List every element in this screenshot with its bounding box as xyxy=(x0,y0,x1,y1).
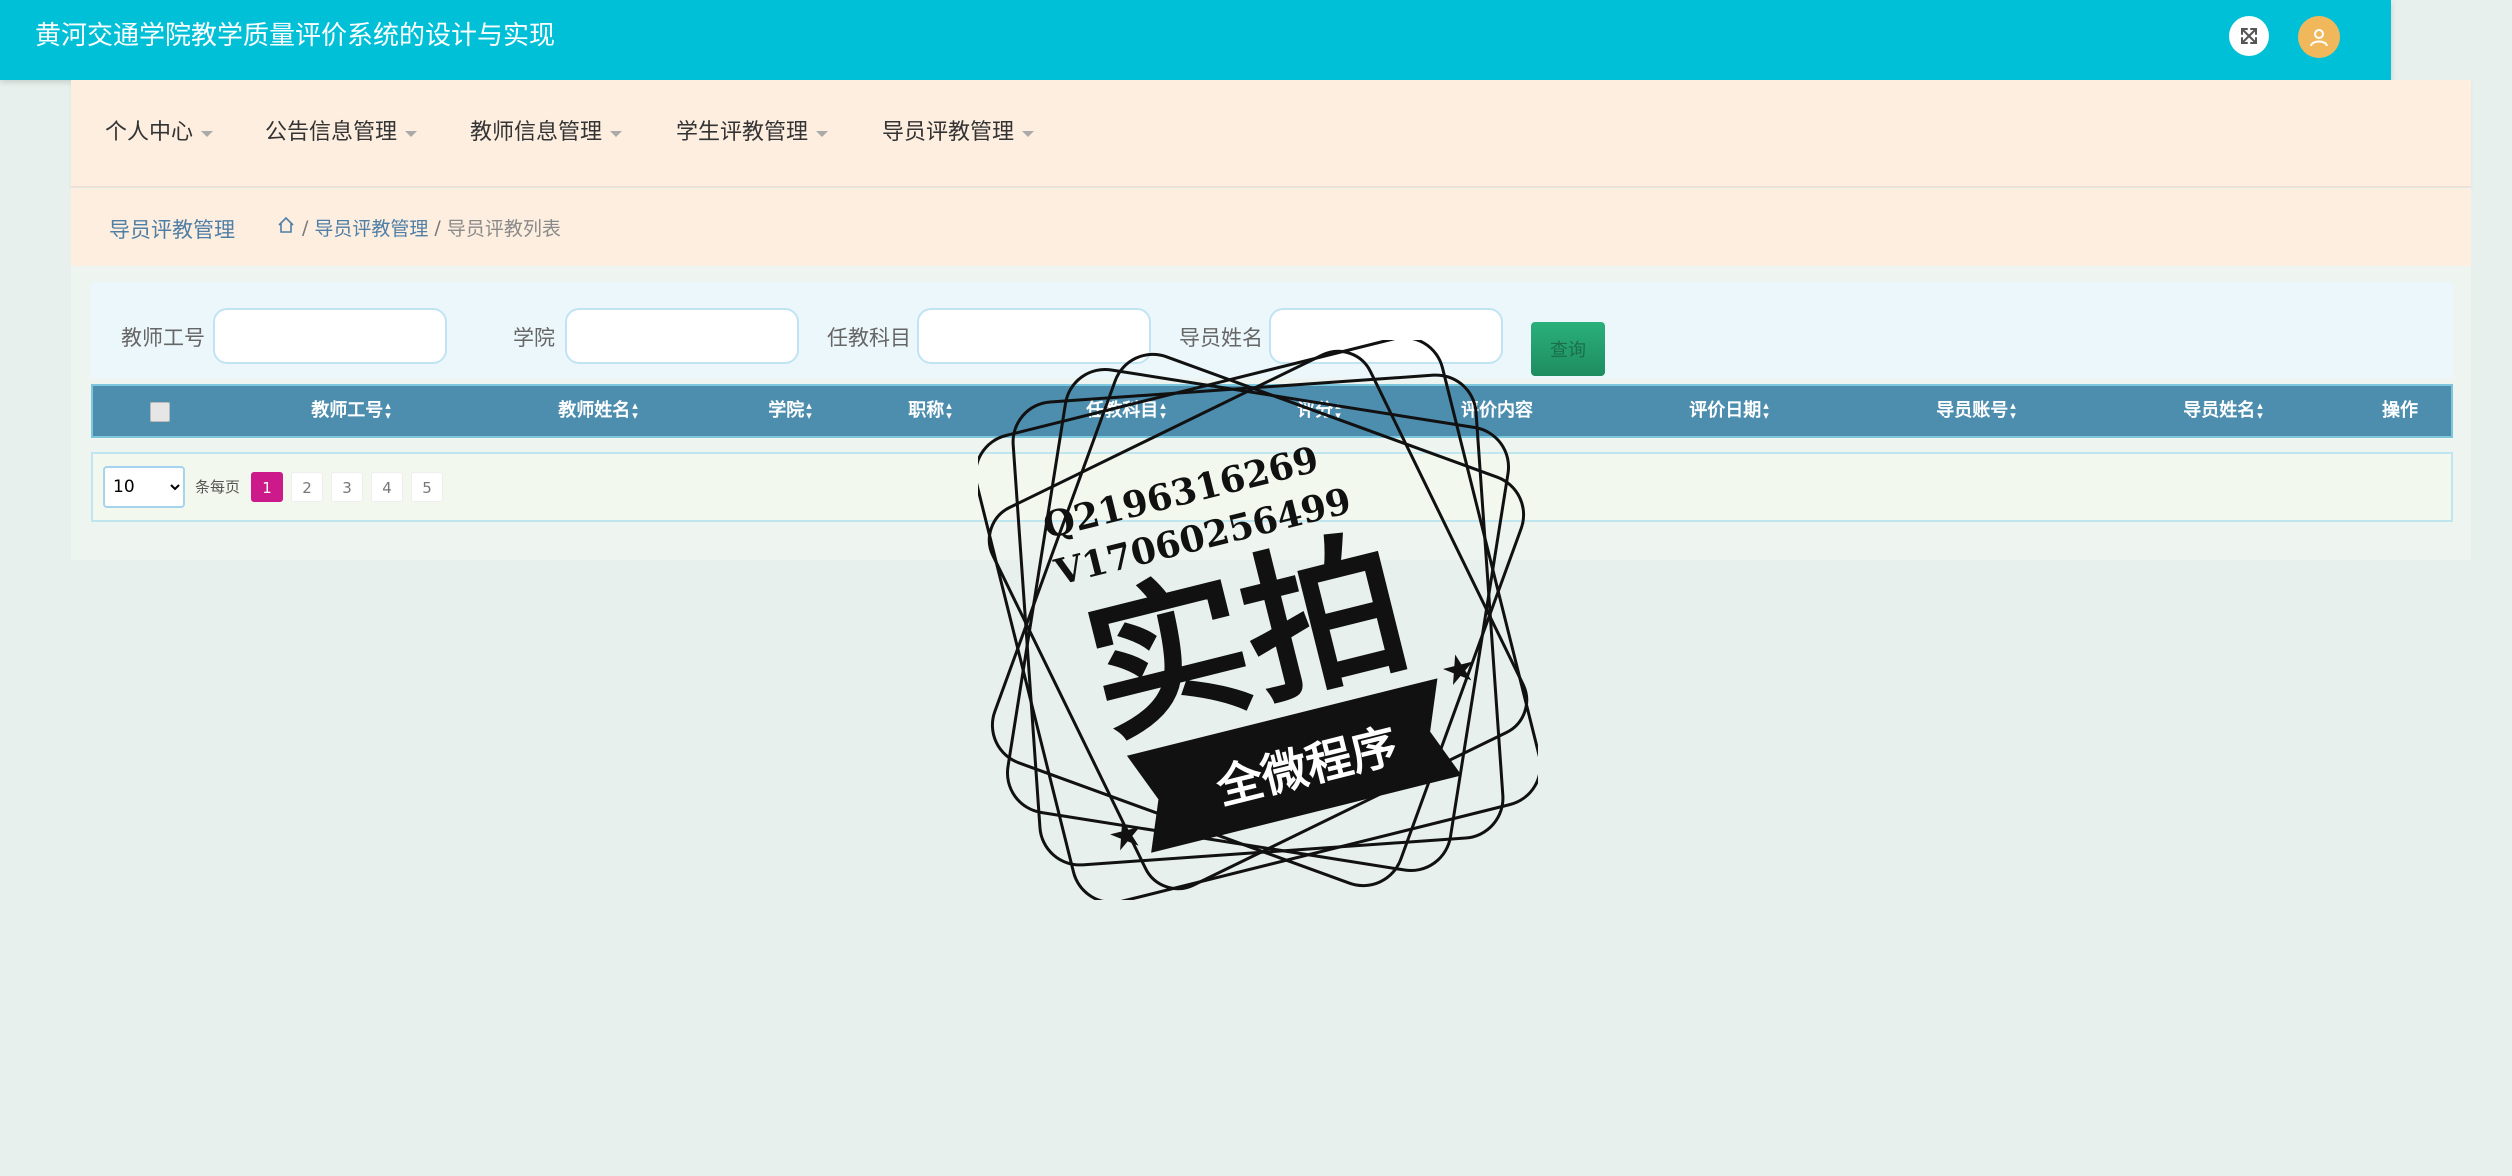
page-button-3[interactable]: 3 xyxy=(331,472,363,502)
counselor-name-input[interactable] xyxy=(1269,308,1503,364)
column-header-subject[interactable]: 任教科目 ▴ ▾ xyxy=(1086,386,1166,436)
page-button-1[interactable]: 1 xyxy=(251,472,283,502)
select-all-checkbox[interactable] xyxy=(150,402,170,422)
subject-label: 任教科目 xyxy=(827,326,911,350)
page-button-5[interactable]: 5 xyxy=(411,472,443,502)
table-header: 教师工号 ▴ ▾ 教师姓名 ▴ ▾ 学院 ▴ ▾ 职称 ▴ ▾ 任教科目 ▴ ▾ 评分 ▴ ▾ 评价内容… xyxy=(91,384,2453,438)
sort-icon: ▴ ▾ xyxy=(1160,399,1166,422)
nav-item-announcement-management[interactable]: 公告信息管理 xyxy=(265,118,418,148)
caret-down-icon xyxy=(405,131,418,137)
column-header-teacher-id[interactable]: 教师工号 ▴ ▾ xyxy=(311,386,391,436)
sort-icon: ▴ ▾ xyxy=(2010,399,2016,422)
search-form: 教师工号 学院 任教科目 导员姓名 查询 xyxy=(91,282,2453,378)
top-header-bar: 黄河交通学院教学质量评价系统的设计与实现 xyxy=(0,0,2391,80)
sort-icon: ▴ ▾ xyxy=(1763,399,1769,422)
nav-item-personal-center[interactable]: 个人中心 xyxy=(105,118,214,148)
teacher-id-label: 教师工号 xyxy=(121,326,205,350)
home-icon[interactable] xyxy=(276,215,296,240)
sort-icon: ▴ ▾ xyxy=(632,399,638,422)
caret-down-icon xyxy=(816,131,829,137)
teacher-id-input[interactable] xyxy=(213,308,447,364)
breadcrumb-item: 导员评教列表 xyxy=(446,218,561,240)
column-header-title[interactable]: 职称 ▴ ▾ xyxy=(908,386,952,436)
column-header-counselor-name[interactable]: 导员姓名 ▴ ▾ xyxy=(2183,386,2263,436)
breadcrumb-separator: / xyxy=(434,216,441,239)
breadcrumb-separator: / xyxy=(302,216,309,239)
user-icon xyxy=(2310,29,2328,47)
nav-item-label: 学生评教管理 xyxy=(676,120,809,145)
fullscreen-button[interactable] xyxy=(2229,16,2269,56)
college-input[interactable] xyxy=(565,308,799,364)
caret-down-icon xyxy=(610,131,623,137)
subject-input[interactable] xyxy=(917,308,1151,364)
sort-icon: ▴ ▾ xyxy=(946,399,952,422)
main-nav-menu: 个人中心 公告信息管理 教师信息管理 学生评教管理 导员评教管理 xyxy=(71,80,2471,187)
nav-item-student-evaluation-management[interactable]: 学生评教管理 xyxy=(676,118,829,148)
pagination-bar: 10 条每页 1 2 3 4 5 xyxy=(91,452,2453,522)
nav-item-label: 个人中心 xyxy=(105,120,194,145)
page-size-select[interactable]: 10 xyxy=(103,466,185,508)
search-button[interactable]: 查询 xyxy=(1531,322,1605,376)
sort-icon: ▴ ▾ xyxy=(385,399,391,422)
expand-icon xyxy=(2241,28,2257,44)
nav-item-label: 导员评教管理 xyxy=(882,120,1015,145)
app-title: 黄河交通学院教学质量评价系统的设计与实现 xyxy=(35,21,556,51)
breadcrumb: / 导员评教管理 / 导员评教列表 xyxy=(276,214,561,241)
nav-item-label: 公告信息管理 xyxy=(265,120,398,145)
watermark-banner xyxy=(1126,678,1462,853)
page-button-4[interactable]: 4 xyxy=(371,472,403,502)
per-page-label: 条每页 xyxy=(195,478,241,496)
page-button-2[interactable]: 2 xyxy=(291,472,323,502)
nav-item-teacher-management[interactable]: 教师信息管理 xyxy=(470,118,623,148)
column-header-counselor-account[interactable]: 导员账号 ▴ ▾ xyxy=(1936,386,2016,436)
star-icon: ★ xyxy=(1436,643,1482,696)
college-label: 学院 xyxy=(513,326,555,350)
column-header-actions: 操作 xyxy=(2382,400,2418,421)
sort-icon: ▴ ▾ xyxy=(806,399,812,422)
page-title: 导员评教管理 xyxy=(109,218,235,242)
caret-down-icon xyxy=(1022,131,1035,137)
nav-item-counselor-evaluation-management[interactable]: 导员评教管理 xyxy=(882,118,1035,148)
breadcrumb-bar: 导员评教管理 / 导员评教管理 / 导员评教列表 xyxy=(71,188,2471,266)
column-header-eval-date[interactable]: 评价日期 ▴ ▾ xyxy=(1689,386,1769,436)
column-header-comment: 评价内容 xyxy=(1461,400,1533,421)
content-panel: 教师工号 学院 任教科目 导员姓名 查询 教师工号 ▴ ▾ 教师姓名 ▴ ▾ 学院 ▴ ▾ … xyxy=(71,266,2471,560)
nav-item-label: 教师信息管理 xyxy=(470,120,603,145)
column-header-score[interactable]: 评分 ▴ ▾ xyxy=(1297,386,1341,436)
star-icon: ★ xyxy=(1103,809,1149,862)
sort-icon: ▴ ▾ xyxy=(2257,399,2263,422)
sort-icon: ▴ ▾ xyxy=(1335,399,1341,422)
column-header-teacher-name[interactable]: 教师姓名 ▴ ▾ xyxy=(558,386,638,436)
column-header-college[interactable]: 学院 ▴ ▾ xyxy=(768,386,812,436)
watermark-banner-text: 全微程序 xyxy=(1210,718,1403,815)
user-avatar-button[interactable] xyxy=(2298,16,2340,58)
breadcrumb-item[interactable]: 导员评教管理 xyxy=(314,214,428,241)
caret-down-icon xyxy=(201,131,214,137)
counselor-name-label: 导员姓名 xyxy=(1179,326,1263,350)
